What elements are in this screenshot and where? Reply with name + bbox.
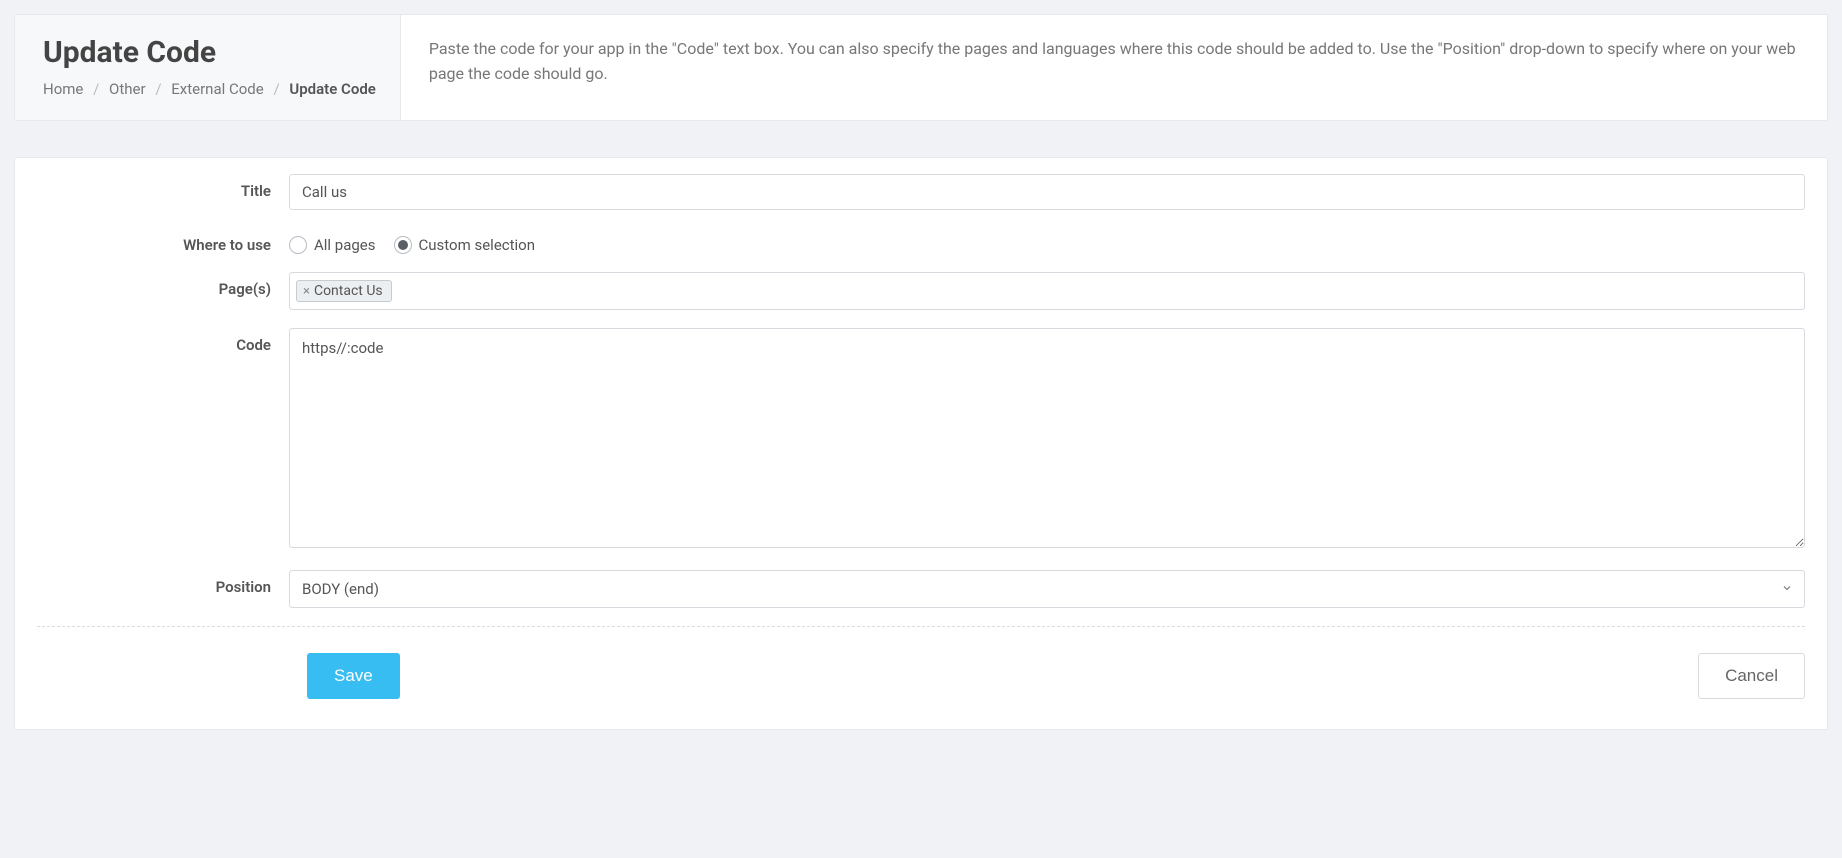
save-button[interactable]: Save	[307, 653, 400, 699]
label-title: Title	[37, 174, 289, 200]
row-pages: Page(s) × Contact Us	[37, 272, 1805, 310]
divider	[37, 626, 1805, 627]
pages-tag-input[interactable]: × Contact Us	[289, 272, 1805, 310]
radio-label-custom: Custom selection	[419, 236, 536, 254]
radio-icon	[289, 236, 307, 254]
breadcrumb-sep: /	[155, 80, 161, 98]
title-input[interactable]	[289, 174, 1805, 210]
page-description: Paste the code for your app in the "Code…	[401, 15, 1827, 120]
page-header: Update Code Home / Other / External Code…	[14, 14, 1828, 121]
breadcrumb-link-other[interactable]: Other	[109, 80, 146, 98]
radio-all-pages[interactable]: All pages	[289, 236, 376, 254]
row-title: Title	[37, 174, 1805, 210]
row-where: Where to use All pages Custom selection	[37, 228, 1805, 254]
where-radio-group: All pages Custom selection	[289, 228, 1805, 254]
radio-custom-selection[interactable]: Custom selection	[394, 236, 536, 254]
row-position: Position BODY (end)	[37, 570, 1805, 608]
button-row: Save Cancel	[37, 653, 1805, 699]
breadcrumb-current: Update Code	[289, 80, 375, 98]
row-code: Code	[37, 328, 1805, 552]
radio-icon	[394, 236, 412, 254]
label-where: Where to use	[37, 228, 289, 254]
label-code: Code	[37, 328, 289, 354]
breadcrumb-link-home[interactable]: Home	[43, 80, 83, 98]
label-position: Position	[37, 570, 289, 596]
breadcrumb-sep: /	[273, 80, 279, 98]
position-select[interactable]: BODY (end)	[289, 570, 1805, 608]
page-title: Update Code	[43, 35, 376, 70]
page-tag-label: Contact Us	[314, 283, 383, 299]
code-textarea[interactable]	[289, 328, 1805, 548]
page-header-left: Update Code Home / Other / External Code…	[15, 15, 401, 120]
breadcrumb: Home / Other / External Code / Update Co…	[43, 80, 376, 98]
breadcrumb-link-external-code[interactable]: External Code	[171, 80, 263, 98]
radio-label-all: All pages	[314, 236, 376, 254]
cancel-button[interactable]: Cancel	[1698, 653, 1805, 699]
label-pages: Page(s)	[37, 272, 289, 298]
tag-remove-icon[interactable]: ×	[303, 284, 310, 299]
form-card: Title Where to use All pages Custom sele…	[14, 157, 1828, 730]
page-tag: × Contact Us	[296, 280, 392, 302]
breadcrumb-sep: /	[93, 80, 99, 98]
